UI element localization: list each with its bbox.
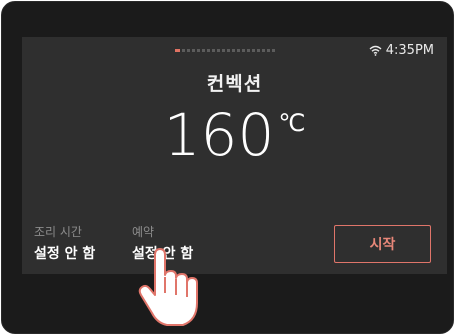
temperature-unit: ℃ bbox=[278, 109, 306, 137]
device-bezel: 4:35PM 컨벡션 160 ℃ 조리 시간 설정 안 함 예약 설정 안 함 시… bbox=[1, 1, 454, 334]
page-dot bbox=[227, 49, 230, 52]
page-dot bbox=[272, 49, 275, 52]
page-dot bbox=[212, 49, 215, 52]
cook-time-label: 조리 시간 bbox=[34, 225, 82, 239]
wifi-icon bbox=[369, 45, 382, 56]
cooking-mode-title[interactable]: 컨벡션 bbox=[22, 69, 447, 96]
page-dot bbox=[222, 49, 225, 52]
page-dot bbox=[267, 49, 270, 52]
page-dot-active bbox=[175, 49, 180, 52]
reservation-label: 예약 bbox=[132, 225, 155, 239]
page-indicator bbox=[175, 49, 275, 53]
page-dot bbox=[242, 49, 245, 52]
temperature-display[interactable]: 160 ℃ bbox=[22, 101, 447, 169]
page-dot bbox=[192, 49, 195, 52]
page-dot bbox=[187, 49, 190, 52]
page-dot bbox=[247, 49, 250, 52]
temperature-value: 160 bbox=[163, 101, 275, 169]
cook-time-setting[interactable]: 조리 시간 설정 안 함 bbox=[34, 223, 95, 263]
page-dot bbox=[237, 49, 240, 52]
page-dot bbox=[232, 49, 235, 52]
page-dot bbox=[257, 49, 260, 52]
page-dot bbox=[262, 49, 265, 52]
page-dot bbox=[202, 49, 205, 52]
cook-time-value: 설정 안 함 bbox=[34, 246, 96, 262]
page-dot bbox=[197, 49, 200, 52]
start-button[interactable]: 시작 bbox=[334, 225, 431, 263]
page-dot bbox=[217, 49, 220, 52]
oven-display: 4:35PM 컨벡션 160 ℃ 조리 시간 설정 안 함 예약 설정 안 함 시… bbox=[22, 37, 447, 274]
clock-time: 4:35PM bbox=[385, 43, 434, 58]
page-dot bbox=[182, 49, 185, 52]
page-dot bbox=[252, 49, 255, 52]
pointing-hand-icon bbox=[138, 248, 198, 326]
status-bar: 4:35PM bbox=[369, 43, 434, 58]
page-dot bbox=[207, 49, 210, 52]
